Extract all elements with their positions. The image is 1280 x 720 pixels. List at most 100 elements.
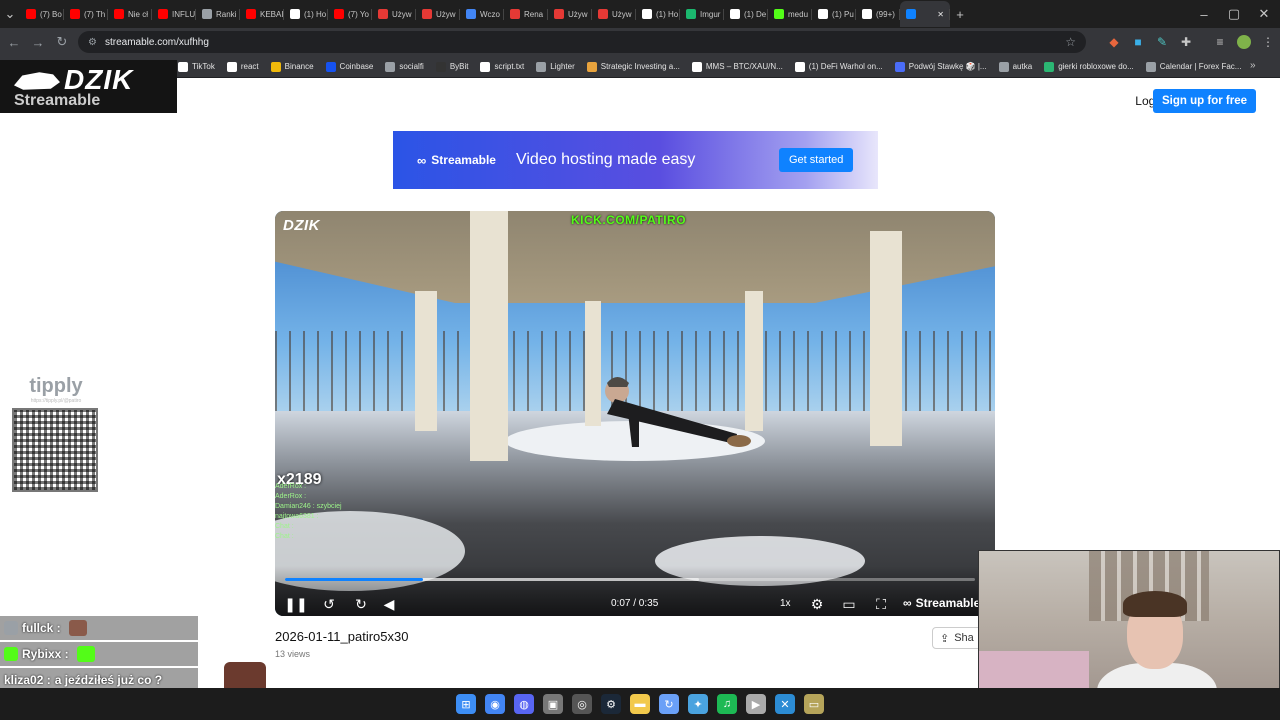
bookmark-item[interactable]: MMS – BTC/XAU/N...: [691, 61, 783, 72]
bookmark-item[interactable]: Calendar | Forex Fac...: [1145, 61, 1241, 72]
obs-icon[interactable]: ◎: [572, 694, 592, 714]
bookmark-item[interactable]: Coinbase: [325, 61, 374, 72]
bookmark-item[interactable]: Lighter: [536, 61, 575, 72]
folder-icon[interactable]: ▬: [630, 694, 650, 714]
forward-skip-icon[interactable]: ↻: [350, 593, 372, 615]
bookmark-item[interactable]: Strategic Investing a...: [586, 61, 680, 72]
close-window-icon[interactable]: ✕: [1254, 4, 1274, 24]
bookmarks-overflow-icon[interactable]: »: [1250, 60, 1256, 71]
reload-icon[interactable]: ↻: [50, 30, 74, 54]
minimize-icon[interactable]: –: [1194, 4, 1214, 24]
browser-tab[interactable]: Ranki: [196, 1, 240, 27]
steam-icon[interactable]: ⚙: [601, 694, 621, 714]
chrome-icon[interactable]: ◉: [485, 694, 505, 714]
site-info-icon[interactable]: ⚙: [88, 37, 97, 48]
browser-tab[interactable]: (7) Bo: [20, 1, 64, 27]
puzzle-icon[interactable]: ✚: [1174, 31, 1198, 53]
browser-tab[interactable]: (1) De: [724, 1, 768, 27]
bookmark-item[interactable]: script.txt: [480, 61, 524, 72]
vscode-icon[interactable]: ✕: [775, 694, 795, 714]
spotify-icon[interactable]: ♫: [717, 694, 737, 714]
bookmark-icon: [998, 61, 1009, 72]
promo-banner[interactable]: ∞ Streamable Video hosting made easy Get…: [393, 131, 878, 189]
signup-button[interactable]: Sign up for free: [1153, 89, 1256, 113]
browser-tab[interactable]: INFLU: [152, 1, 196, 27]
bookmark-item[interactable]: react: [226, 61, 259, 72]
menu-icon[interactable]: ⋮: [1256, 31, 1280, 53]
bookmark-item[interactable]: gierki robloxowe do...: [1044, 61, 1134, 72]
tab-strip: ⌄ (7) Bo (7) Th Nie cł INFLU Ranki KEBAI (1) H…: [0, 0, 1280, 28]
browser-tab[interactable]: Używ: [548, 1, 592, 27]
progress-played: [285, 578, 423, 581]
fullscreen-icon[interactable]: ⛶: [870, 593, 892, 615]
pause-icon[interactable]: ❚❚: [284, 593, 307, 615]
tools-icon[interactable]: ✦: [688, 694, 708, 714]
browser-tab[interactable]: Rena: [504, 1, 548, 27]
chat-message: fullck :: [0, 616, 198, 640]
extension-icon[interactable]: ◆: [1102, 31, 1126, 53]
settings-icon[interactable]: ⚙: [806, 593, 828, 615]
stream-logo: DZIK Streamable: [0, 60, 177, 113]
new-tab-button[interactable]: +: [950, 4, 970, 24]
profile-avatar[interactable]: [1232, 31, 1256, 53]
discord-icon[interactable]: ◍: [514, 694, 534, 714]
tipply-url: https://tipply.pl/@patiro: [30, 398, 82, 404]
tipply-name: tipply: [29, 375, 83, 397]
bookmark-item[interactable]: TikTok: [178, 61, 215, 72]
browser-tab[interactable]: Używ: [416, 1, 460, 27]
browser-tab[interactable]: (99+): [856, 1, 900, 27]
address-bar[interactable]: ⚙ streamable.com/xufhhg ☆: [78, 31, 1086, 53]
forward-icon[interactable]: →: [26, 30, 50, 54]
rewind-icon[interactable]: ↺: [318, 593, 340, 615]
close-tab-icon[interactable]: ✕: [937, 10, 944, 19]
player-brand[interactable]: ∞ Streamable: [903, 596, 980, 610]
tab-search-list-icon[interactable]: ≡: [1208, 31, 1232, 53]
tab-search-icon[interactable]: ⌄: [0, 4, 20, 24]
back-icon[interactable]: ←: [2, 30, 26, 54]
bookmark-item[interactable]: autka: [998, 61, 1032, 72]
extension-icon[interactable]: ■: [1126, 31, 1150, 53]
qr-code: [12, 408, 98, 492]
pip-icon[interactable]: ▭: [838, 593, 860, 615]
bookmark-label: Coinbase: [339, 62, 374, 71]
bookmark-item[interactable]: ByBit: [435, 61, 468, 72]
browser-tab[interactable]: Używ: [372, 1, 416, 27]
browser-tab[interactable]: (7) Th: [64, 1, 108, 27]
browser-tab[interactable]: KEBAI: [240, 1, 284, 27]
game-icon[interactable]: ▭: [804, 694, 824, 714]
bookmark-item[interactable]: (1) DeFi Warhol on...: [794, 61, 883, 72]
tab-label: (1) Ho: [656, 9, 679, 19]
bookmark-icon: [270, 61, 281, 72]
video-pillar: [415, 291, 437, 431]
bookmark-item[interactable]: Binance: [270, 61, 314, 72]
capture-icon[interactable]: ▣: [543, 694, 563, 714]
browser-tab[interactable]: ✕: [900, 1, 950, 27]
extension-icon[interactable]: ✎: [1150, 31, 1174, 53]
get-started-button[interactable]: Get started: [779, 148, 854, 172]
progress-bar[interactable]: [285, 578, 975, 581]
browser-tab[interactable]: Imgur: [680, 1, 724, 27]
maximize-icon[interactable]: ▢: [1224, 4, 1244, 24]
browser-tab[interactable]: medu: [768, 1, 812, 27]
media-icon[interactable]: ▶: [746, 694, 766, 714]
overlay-dzik-logo: DZIK: [283, 217, 320, 234]
windows-icon[interactable]: ⊞: [456, 694, 476, 714]
browser-tab[interactable]: (7) Yo: [328, 1, 372, 27]
tab-label: (1) De: [744, 9, 767, 19]
x-icon: [730, 9, 740, 19]
browser-tab[interactable]: (1) Pu: [812, 1, 856, 27]
bookmark-item[interactable]: socialfi: [385, 61, 424, 72]
speed-button[interactable]: 1x: [780, 598, 791, 609]
video-player[interactable]: DZIK KICK.COM/PATIRO x2189 AderRox : Ader…: [275, 211, 995, 616]
browser-tab[interactable]: (1) Ho: [284, 1, 328, 27]
browser-tab[interactable]: Wczo: [460, 1, 504, 27]
volume-icon[interactable]: ◀: [378, 593, 400, 615]
refresh-icon[interactable]: ↻: [659, 694, 679, 714]
browser-tab[interactable]: Używ: [592, 1, 636, 27]
browser-tab[interactable]: (1) Ho: [636, 1, 680, 27]
bookmark-star-icon[interactable]: ☆: [1065, 35, 1076, 49]
bookmark-item[interactable]: Podwój Stawkę 🎲 |...: [894, 61, 987, 72]
youtube-icon: [246, 9, 256, 19]
browser-tab[interactable]: Nie cł: [108, 1, 152, 27]
tab-label: Używ: [436, 9, 456, 19]
